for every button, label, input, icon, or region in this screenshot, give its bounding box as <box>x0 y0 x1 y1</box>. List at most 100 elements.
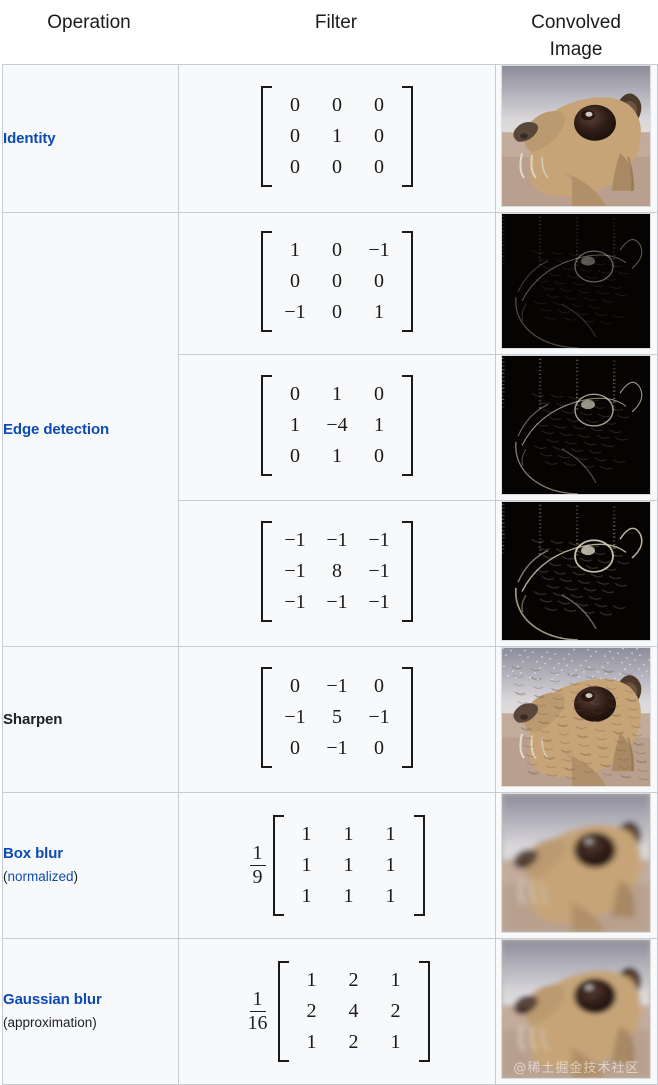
filter-cell: 0 0 0 0 1 0 0 0 0 <box>178 64 496 213</box>
matrix-cell-1-0: 0 <box>290 124 300 147</box>
column-header-convolved-line2: Image <box>549 39 603 60</box>
matrix-cell-1-1: 1 <box>332 124 342 147</box>
operation-label[interactable]: Box blur <box>3 844 178 864</box>
matrix-cell-1-1: 4 <box>348 1000 359 1022</box>
convolved-image-cell <box>494 212 658 355</box>
operation-label[interactable]: Gaussian blur <box>3 990 178 1010</box>
matrix-cell-2-0: 0 <box>290 736 300 759</box>
kernel-matrix: 1 2 1 2 4 2 1 2 1 <box>277 961 430 1062</box>
kernel-matrix: 0 −1 0 −1 5 −1 0 −1 0 <box>261 666 413 768</box>
operation-label[interactable]: Identity <box>3 129 178 149</box>
matrix-right-bracket <box>413 815 425 916</box>
matrix-cell-2-2: 0 <box>374 155 384 178</box>
matrix-cell-0-2: −1 <box>368 238 390 261</box>
matrix-cell-1-1: 1 <box>343 854 354 876</box>
matrix-cell-1-1: 0 <box>332 269 342 292</box>
matrix-cell-2-0: −1 <box>284 590 306 613</box>
gaussian-blur-convolved-wallaby: @稀土掘金技术社区 <box>501 939 652 1079</box>
convolution-kernel-table-page: Operation Filter Convolved Image Identit… <box>0 0 658 1085</box>
sharpen-convolved-wallaby <box>501 647 652 787</box>
matrix-cell-1-1: 8 <box>332 559 342 582</box>
matrix-cell-1-0: 2 <box>306 1000 317 1022</box>
kernel-table-body: Identity 0 0 0 0 1 0 0 0 0 Edge detection 1 0 −1 0 0 0 −1… <box>1 64 658 1085</box>
matrix-cell-2-1: 1 <box>332 444 342 467</box>
matrix-left-bracket <box>261 666 272 768</box>
operation-label[interactable]: Edge detection <box>3 420 178 440</box>
matrix-cell-0-0: 0 <box>290 93 300 116</box>
matrix-cell-1-0: −1 <box>284 559 306 582</box>
kernel-matrix: −1 −1 −1 −1 8 −1 −1 −1 −1 <box>261 520 413 622</box>
table-row: Box blur (normalized) 1 9 1 1 1 1 1 1 1 1 1 <box>1 792 658 939</box>
operation-sublabel[interactable]: (normalized) <box>3 867 178 887</box>
matrix-cell-2-2: 1 <box>374 300 384 323</box>
matrix-cell-2-1: 0 <box>332 300 342 323</box>
convolved-image-cell <box>494 64 658 213</box>
matrix-cell-0-1: −1 <box>326 674 348 697</box>
matrix-cell-1-1: −4 <box>326 413 348 436</box>
matrix-cell-2-0: 1 <box>301 885 312 907</box>
matrix-cell-2-2: 0 <box>374 444 384 467</box>
table-row: Sharpen 0 −1 0 −1 5 −1 0 −1 0 <box>1 646 658 793</box>
table-row: Edge detection 1 0 −1 0 0 0 −1 0 1 <box>1 212 658 647</box>
matrix-grid: −1 −1 −1 −1 8 −1 −1 −1 −1 <box>272 521 402 622</box>
kernel-expression: −1 −1 −1 −1 8 −1 −1 −1 −1 <box>261 520 413 622</box>
convolved-image-cell <box>494 354 658 501</box>
matrix-left-bracket <box>277 961 289 1062</box>
matrix-grid: 1 0 −1 0 0 0 −1 0 1 <box>272 231 402 332</box>
matrix-cell-0-1: 2 <box>348 969 359 991</box>
operation-sublabel: (approximation) <box>3 1015 97 1030</box>
kernel-expression: 0 0 0 0 1 0 0 0 0 <box>261 85 413 187</box>
operation-label: Sharpen <box>3 710 63 728</box>
matrix-cell-1-0: 1 <box>290 413 300 436</box>
fraction-numerator: 1 <box>249 989 266 1012</box>
column-headers: Operation Filter Convolved Image <box>0 0 658 64</box>
matrix-cell-0-1: 1 <box>343 823 354 845</box>
column-header-convolved-line1: Convolved <box>531 12 621 33</box>
matrix-cell-1-0: 1 <box>301 854 312 876</box>
matrix-cell-1-2: 1 <box>374 413 384 436</box>
matrix-grid: 0 0 0 0 1 0 0 0 0 <box>272 86 402 187</box>
matrix-cell-2-0: 1 <box>306 1031 317 1053</box>
convolved-image-cell: @稀土掘金技术社区 <box>494 938 658 1085</box>
matrix-cell-0-2: 1 <box>390 969 401 991</box>
matrix-cell-1-2: 0 <box>374 124 384 147</box>
matrix-grid: 0 1 0 1 −4 1 0 1 0 <box>272 375 402 476</box>
matrix-cell-2-0: 0 <box>290 444 300 467</box>
identity-convolved-wallaby <box>501 65 652 207</box>
matrix-cell-0-0: 0 <box>290 674 300 697</box>
fraction-denominator: 9 <box>252 866 263 888</box>
convolved-image-art <box>502 66 651 206</box>
matrix-cell-1-0: 0 <box>290 269 300 292</box>
filter-cell: 0 1 0 1 −4 1 0 1 0 <box>178 354 496 501</box>
filter-cell: −1 −1 −1 −1 8 −1 −1 −1 −1 <box>178 500 496 647</box>
matrix-cell-0-0: −1 <box>284 528 306 551</box>
matrix-cell-1-2: −1 <box>368 559 390 582</box>
matrix-cell-1-2: 1 <box>385 854 396 876</box>
matrix-grid: 1 1 1 1 1 1 1 1 1 <box>284 815 414 916</box>
matrix-cell-0-0: 0 <box>290 382 300 405</box>
matrix-cell-2-2: 1 <box>390 1031 401 1053</box>
edge-detection-convolved-wallaby-2 <box>501 355 652 495</box>
kernel-matrix: 0 1 0 1 −4 1 0 1 0 <box>261 374 413 476</box>
matrix-cell-0-1: 0 <box>332 93 342 116</box>
matrix-cell-0-2: 1 <box>385 823 396 845</box>
kernel-expression: 1 16 1 2 1 2 4 2 1 2 1 <box>245 961 430 1062</box>
filter-cell: 1 16 1 2 1 2 4 2 1 2 1 <box>178 938 496 1085</box>
edge-detection-convolved-wallaby-3 <box>501 501 652 641</box>
matrix-left-bracket <box>272 815 284 916</box>
matrix-cell-1-0: −1 <box>284 705 306 728</box>
matrix-right-bracket <box>402 85 413 187</box>
matrix-left-bracket <box>261 230 272 332</box>
matrix-right-bracket <box>402 230 413 332</box>
matrix-cell-0-2: 0 <box>374 93 384 116</box>
operation-sublabel-link: normalized <box>7 869 74 884</box>
convolved-image-cell <box>494 792 658 939</box>
column-header-operation: Operation <box>47 12 131 33</box>
matrix-cell-2-1: 2 <box>348 1031 359 1053</box>
matrix-cell-2-1: −1 <box>326 590 348 613</box>
fraction-denominator: 16 <box>247 1012 268 1034</box>
matrix-cell-0-0: 1 <box>290 238 300 261</box>
convolved-image-art <box>502 940 651 1078</box>
box-blur-convolved-wallaby <box>501 793 652 933</box>
kernel-matrix: 0 0 0 0 1 0 0 0 0 <box>261 85 413 187</box>
